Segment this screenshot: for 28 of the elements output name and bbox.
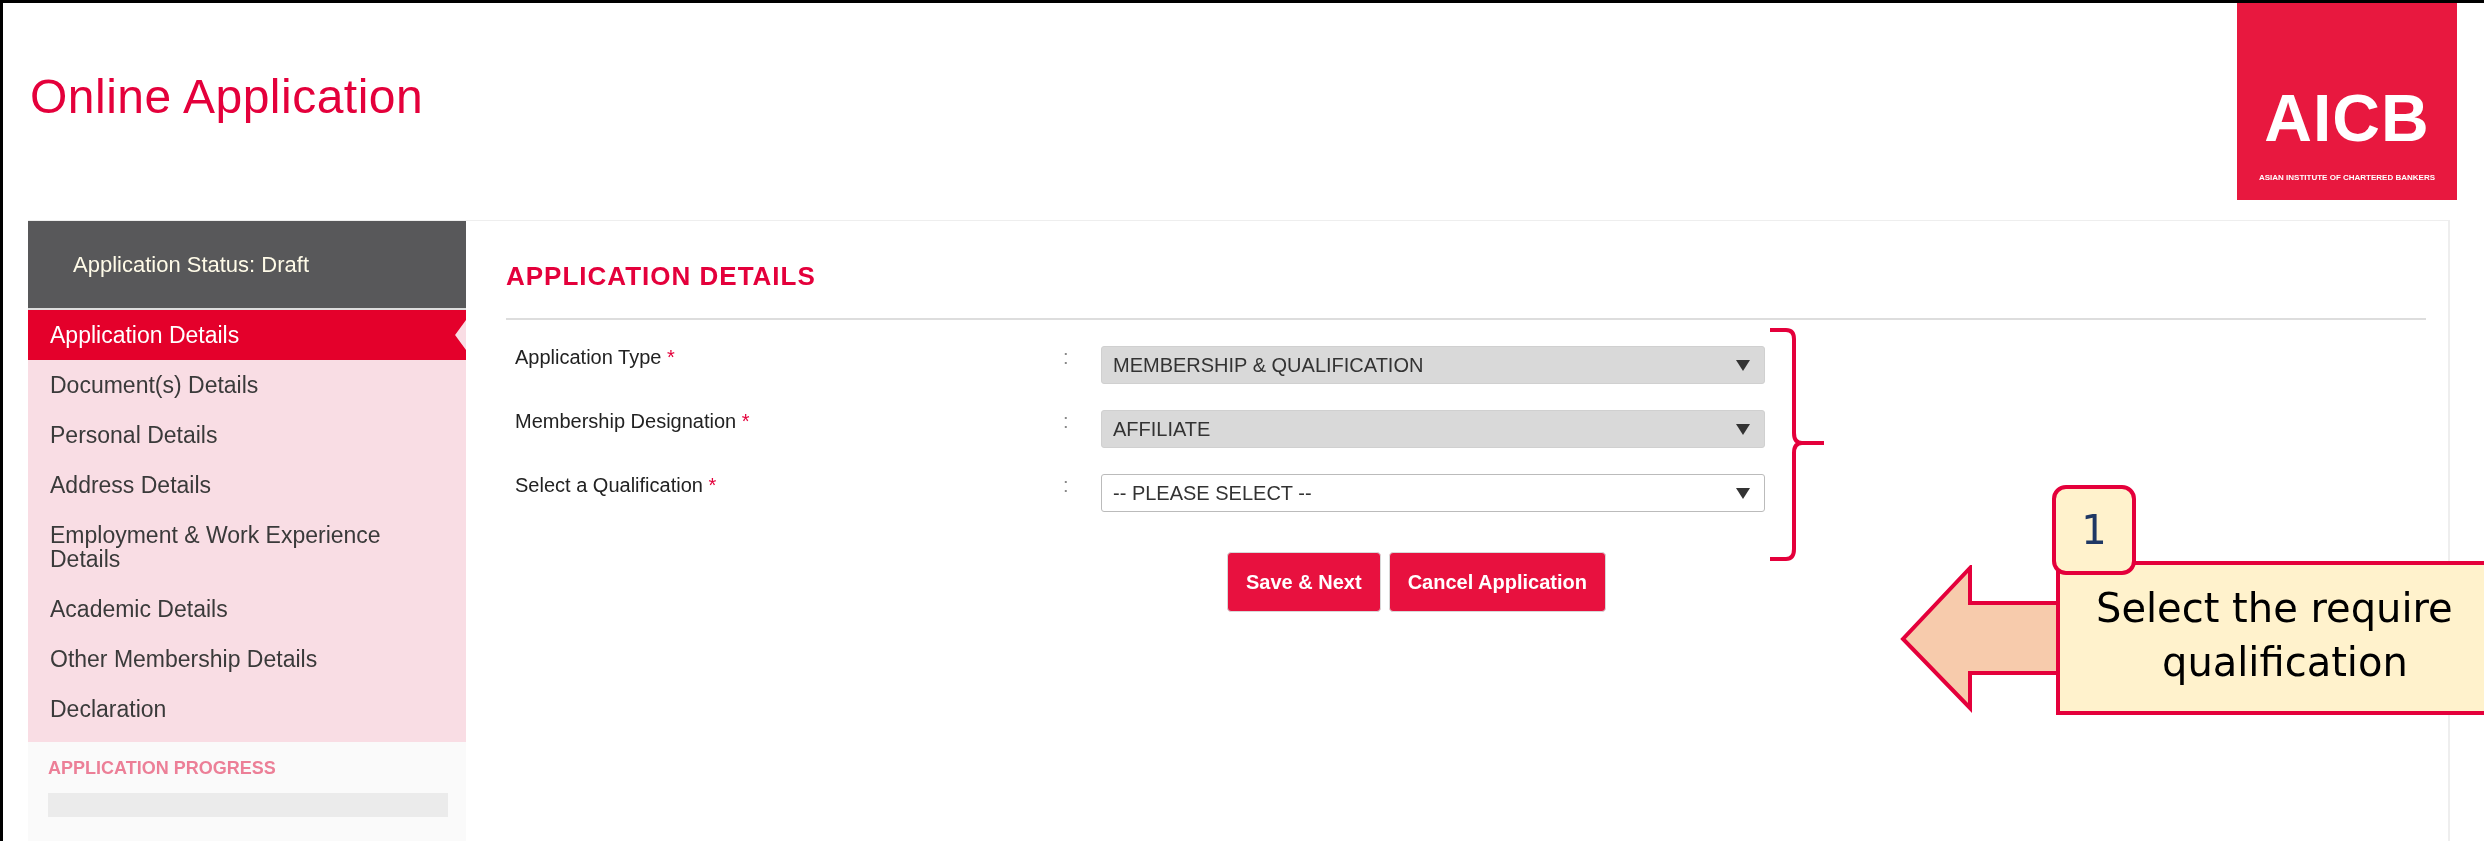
nav-item[interactable]: Employment & Work Experience Details [28,510,466,584]
separator: : [1063,474,1070,497]
nav-item[interactable]: Personal Details [28,410,466,460]
separator: : [1063,410,1070,433]
logo-tagline: ASIAN INSTITUTE OF CHARTERED BANKERS [2259,173,2435,182]
nav-item[interactable]: Declaration [28,684,466,734]
caret-icon [1736,423,1750,435]
progress-title: APPLICATION PROGRESS [48,758,277,779]
field-label: Membership Designation * [514,410,751,433]
action-button[interactable]: Save & Next [1227,552,1381,612]
page-title: Online Application [30,69,424,124]
caret-icon [1736,487,1750,499]
nav-item[interactable]: Application Details [28,310,466,360]
field-label: Application Type * [514,346,676,369]
nav-item[interactable]: Other Membership Details [28,634,466,684]
nav-item[interactable]: Academic Details [28,584,466,634]
step-badge: 1 [2052,485,2136,575]
status-text: Application Status: Draft [73,251,309,278]
logo-wordmark: AICB [2264,85,2430,151]
caret-icon [1736,359,1750,371]
separator: : [1063,346,1070,369]
section-heading: APPLICATION DETAILS [506,261,817,292]
select-field[interactable]: -- PLEASE SELECT -- [1101,474,1765,512]
field-label: Select a Qualification * [514,474,718,497]
action-button[interactable]: Cancel Application [1388,552,1606,612]
callout-text: Select the require qualification [2096,584,2454,687]
nav-item[interactable]: Document(s) Details [28,360,466,410]
nav-item[interactable]: Address Details [28,460,466,510]
